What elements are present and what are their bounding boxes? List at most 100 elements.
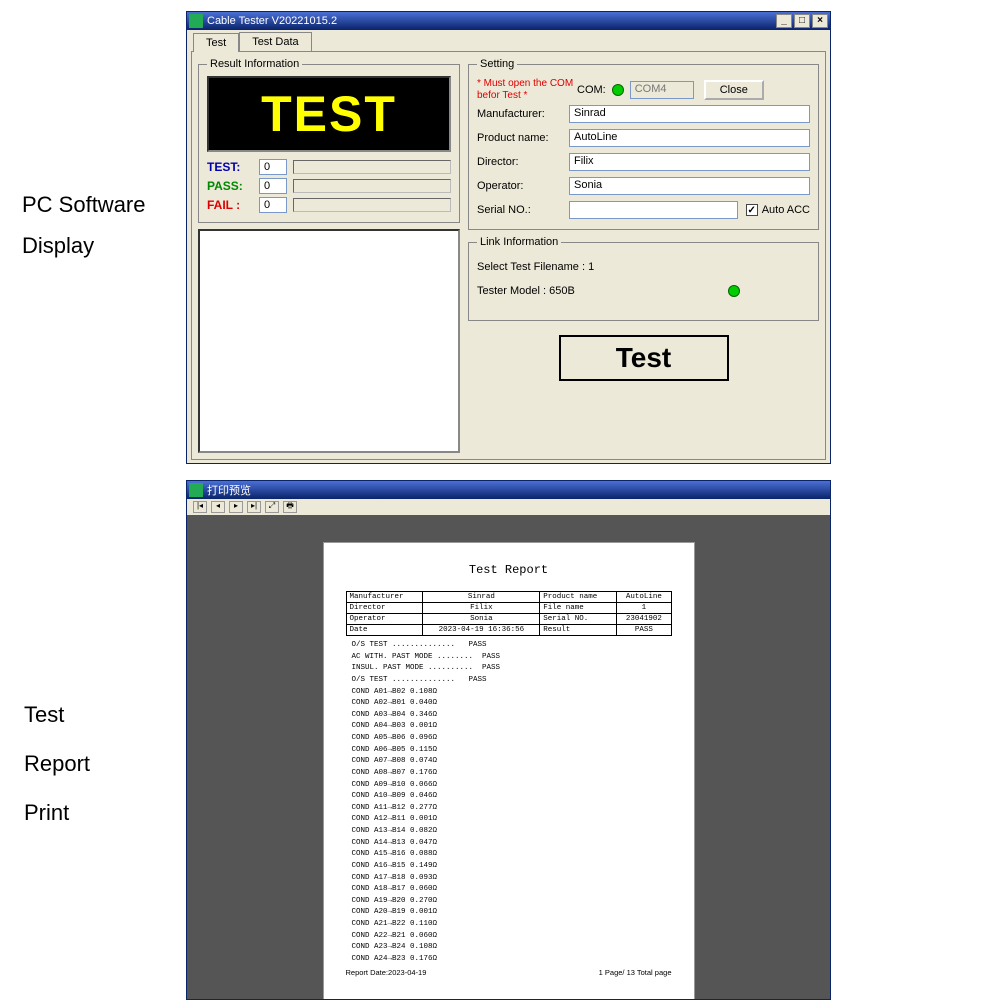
com-label: COM: (577, 84, 606, 96)
report-line: COND A11→B12 0.277Ω (352, 803, 672, 815)
autoacc-checkbox[interactable]: ✓ (746, 204, 758, 216)
operator-label: Operator: (477, 180, 569, 192)
report-line: COND A18→B17 0.060Ω (352, 884, 672, 896)
link-legend: Link Information (477, 236, 561, 248)
report-line: COND A20→B19 0.001Ω (352, 907, 672, 919)
caption-print: Print (24, 800, 69, 826)
app-icon (189, 14, 203, 28)
report-line: COND A04→B03 0.001Ω (352, 721, 672, 733)
com-warning: * Must open the COM befor Test * (477, 78, 577, 101)
tab-test-data[interactable]: Test Data (239, 32, 311, 51)
report-footer-date: Report Date:2023-04-19 (346, 968, 427, 977)
report-line: COND A22→B21 0.060Ω (352, 931, 672, 943)
report-line: COND A10→B09 0.046Ω (352, 791, 672, 803)
report-line: COND A21→B22 0.110Ω (352, 919, 672, 931)
cable-tester-window: Cable Tester V20221015.2 _ □ × Test Test… (186, 11, 831, 464)
report-line: O/S TEST .............. PASS (352, 640, 672, 652)
report-line: COND A23→B24 0.108Ω (352, 942, 672, 954)
report-header-table: ManufacturerSinradProduct nameAutoLineDi… (346, 591, 672, 636)
test-count: 0 (259, 159, 287, 175)
titlebar[interactable]: Cable Tester V20221015.2 _ □ × (187, 12, 830, 30)
caption-display: Display (22, 233, 94, 259)
next-page-button[interactable]: ▸ (229, 501, 243, 513)
caption-report: Report (24, 751, 90, 777)
preview-toolbar: |◂ ◂ ▸ ▸| ⤢ 🖶 (187, 499, 830, 515)
model-value: 650B (549, 285, 575, 297)
report-line: COND A07→B08 0.074Ω (352, 756, 672, 768)
result-group: Result Information TEST TEST:0 PASS:0 FA… (198, 58, 460, 223)
file-value: 1 (588, 261, 594, 273)
file-label: Select Test Filename : (477, 261, 585, 273)
com-led-icon (612, 84, 624, 96)
report-line: INSUL. PAST MODE .......... PASS (352, 663, 672, 675)
operator-input[interactable]: Sonia (569, 177, 810, 195)
prev-page-button[interactable]: ◂ (211, 501, 225, 513)
preview-title: 打印预览 (207, 482, 251, 498)
minimize-button[interactable]: _ (776, 14, 792, 28)
report-page: Test Report ManufacturerSinradProduct na… (324, 543, 694, 999)
maximize-button[interactable]: □ (794, 14, 810, 28)
report-line: AC WITH. PAST MODE ........ PASS (352, 652, 672, 664)
report-line: COND A16→B15 0.149Ω (352, 861, 672, 873)
result-display: TEST (207, 76, 451, 152)
report-lines: O/S TEST .............. PASSAC WITH. PAS… (346, 640, 672, 966)
model-label: Tester Model : (477, 285, 546, 297)
test-label: TEST: (207, 160, 259, 174)
report-line: COND A19→B20 0.270Ω (352, 896, 672, 908)
print-button[interactable]: 🖶 (283, 501, 297, 513)
report-line: COND A14→B13 0.047Ω (352, 838, 672, 850)
report-line: COND A09→B10 0.066Ω (352, 780, 672, 792)
link-group: Link Information Select Test Filename : … (468, 236, 819, 321)
result-legend: Result Information (207, 58, 302, 70)
serial-input[interactable] (569, 201, 738, 219)
report-line: COND A08→B07 0.176Ω (352, 768, 672, 780)
preview-app-icon (189, 483, 203, 497)
report-title: Test Report (346, 563, 672, 577)
serial-label: Serial NO.: (477, 204, 569, 216)
first-page-button[interactable]: |◂ (193, 501, 207, 513)
report-line: COND A02→B01 0.040Ω (352, 698, 672, 710)
report-line: COND A01→B02 0.108Ω (352, 687, 672, 699)
report-line: COND A06→B05 0.115Ω (352, 745, 672, 757)
com-select[interactable]: COM4 (630, 81, 694, 99)
close-window-button[interactable]: × (812, 14, 828, 28)
fail-count: 0 (259, 197, 287, 213)
fail-label: FAIL : (207, 198, 259, 212)
report-line: O/S TEST .............. PASS (352, 675, 672, 687)
pass-label: PASS: (207, 179, 259, 193)
tabstrip: Test Test Data (193, 32, 830, 51)
caption-test: Test (24, 702, 64, 728)
report-footer-page: 1 Page/ 13 Total page (599, 968, 672, 977)
link-led-icon (728, 285, 740, 297)
report-line: COND A13→B14 0.082Ω (352, 826, 672, 838)
last-page-button[interactable]: ▸| (247, 501, 261, 513)
report-line: COND A12→B11 0.001Ω (352, 814, 672, 826)
director-label: Director: (477, 156, 569, 168)
report-line: COND A03→B04 0.346Ω (352, 710, 672, 722)
test-bar (293, 160, 451, 174)
tab-test[interactable]: Test (193, 33, 239, 52)
pass-count: 0 (259, 178, 287, 194)
fail-bar (293, 198, 451, 212)
director-input[interactable]: Filix (569, 153, 810, 171)
setting-group: Setting * Must open the COM befor Test *… (468, 58, 819, 230)
log-textarea[interactable] (198, 229, 460, 453)
report-line: COND A17→B18 0.093Ω (352, 873, 672, 885)
setting-legend: Setting (477, 58, 517, 70)
manufacturer-label: Manufacturer: (477, 108, 569, 120)
report-line: COND A15→B16 0.088Ω (352, 849, 672, 861)
test-button[interactable]: Test (559, 335, 729, 381)
product-label: Product name: (477, 132, 569, 144)
product-input[interactable]: AutoLine (569, 129, 810, 147)
report-line: COND A24→B23 0.176Ω (352, 954, 672, 966)
window-title: Cable Tester V20221015.2 (207, 15, 337, 27)
pass-bar (293, 179, 451, 193)
report-line: COND A05→B06 0.096Ω (352, 733, 672, 745)
zoom-button[interactable]: ⤢ (265, 501, 279, 513)
preview-titlebar[interactable]: 打印预览 (187, 481, 830, 499)
close-com-button[interactable]: Close (704, 80, 764, 100)
print-preview-window: 打印预览 |◂ ◂ ▸ ▸| ⤢ 🖶 Test Report Manufactu… (186, 480, 831, 1000)
autoacc-label: Auto ACC (762, 204, 810, 216)
caption-pc-software: PC Software (22, 192, 146, 218)
manufacturer-input[interactable]: Sinrad (569, 105, 810, 123)
